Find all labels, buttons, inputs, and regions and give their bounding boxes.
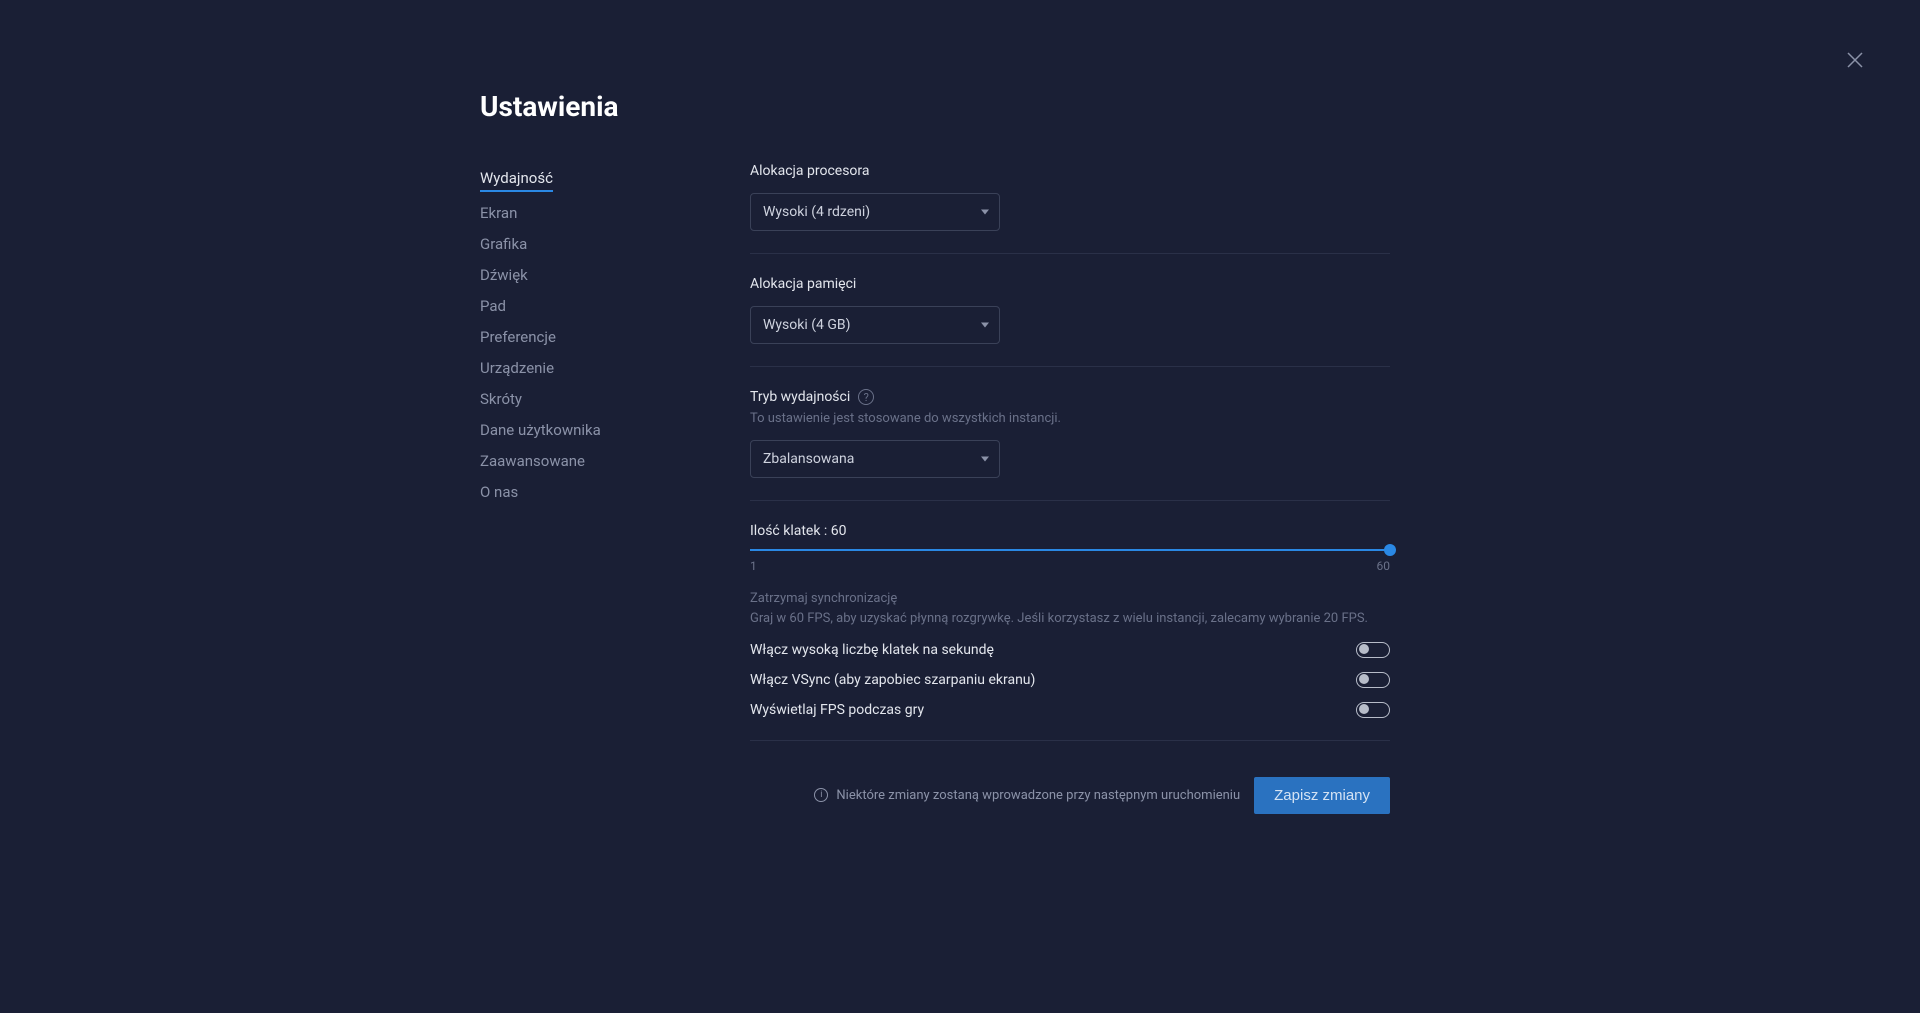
chevron-down-icon	[981, 210, 989, 215]
toggle-row-vsync: Włącz VSync (aby zapobiec szarpaniu ekra…	[750, 672, 1390, 688]
fps-max: 60	[1377, 559, 1391, 573]
fps-slider-thumb[interactable]	[1384, 544, 1396, 556]
perfmode-label-text: Tryb wydajności	[750, 389, 850, 405]
sidebar-item-advanced[interactable]: Zaawansowane	[480, 446, 660, 477]
vsync-label: Włącz VSync (aby zapobiec szarpaniu ekra…	[750, 672, 1035, 688]
memory-label: Alokacja pamięci	[750, 276, 1390, 292]
sidebar-item-shortcuts[interactable]: Skróty	[480, 384, 660, 415]
cpu-select[interactable]: Wysoki (4 rdzeni)	[750, 193, 1000, 231]
cpu-select-value: Wysoki (4 rdzeni)	[763, 204, 870, 220]
fps-scale: 1 60	[750, 559, 1390, 573]
perfmode-select[interactable]: Zbalansowana	[750, 440, 1000, 478]
sidebar-item-pad[interactable]: Pad	[480, 291, 660, 322]
sidebar-item-about[interactable]: O nas	[480, 477, 660, 508]
showfps-toggle[interactable]	[1356, 702, 1390, 718]
fps-label-prefix: Ilość klatek :	[750, 523, 831, 539]
toggle-row-hifps: Włącz wysoką liczbę klatek na sekundę	[750, 642, 1390, 658]
sidebar-item-graphics[interactable]: Grafika	[480, 229, 660, 260]
settings-sidebar: Wydajność Ekran Grafika Dźwięk Pad Prefe…	[480, 163, 660, 814]
fps-min: 1	[750, 559, 757, 573]
fps-label: Ilość klatek : 60	[750, 523, 1390, 539]
footer: i Niektóre zmiany zostaną wprowadzone pr…	[750, 777, 1390, 814]
hifps-toggle[interactable]	[1356, 642, 1390, 658]
toggle-row-showfps: Wyświetlaj FPS podczas gry	[750, 702, 1390, 718]
section-cpu: Alokacja procesora Wysoki (4 rdzeni)	[750, 163, 1390, 254]
footer-info: i Niektóre zmiany zostaną wprowadzone pr…	[814, 788, 1240, 803]
memory-select[interactable]: Wysoki (4 GB)	[750, 306, 1000, 344]
close-icon	[1845, 50, 1865, 70]
info-icon: i	[814, 788, 828, 802]
sidebar-item-sound[interactable]: Dźwięk	[480, 260, 660, 291]
section-fps: Ilość klatek : 60 1 60 Zatrzymaj synchro…	[750, 523, 1390, 741]
chevron-down-icon	[981, 457, 989, 462]
hifps-label: Włącz wysoką liczbę klatek na sekundę	[750, 642, 994, 658]
section-perfmode: Tryb wydajności ? To ustawienie jest sto…	[750, 389, 1390, 501]
page-title: Ustawienia	[480, 90, 1920, 123]
showfps-label: Wyświetlaj FPS podczas gry	[750, 702, 924, 718]
sidebar-item-display[interactable]: Ekran	[480, 198, 660, 229]
section-memory: Alokacja pamięci Wysoki (4 GB)	[750, 276, 1390, 367]
perfmode-desc: To ustawienie jest stosowane do wszystki…	[750, 411, 1390, 426]
memory-select-value: Wysoki (4 GB)	[763, 317, 851, 333]
fps-help: Graj w 60 FPS, aby uzyskać płynną rozgry…	[750, 610, 1370, 628]
fps-sub: Zatrzymaj synchronizację	[750, 591, 1390, 606]
cpu-label: Alokacja procesora	[750, 163, 1390, 179]
perfmode-label: Tryb wydajności ?	[750, 389, 1390, 405]
sidebar-item-device[interactable]: Urządzenie	[480, 353, 660, 384]
sidebar-item-preferences[interactable]: Preferencje	[480, 322, 660, 353]
help-icon[interactable]: ?	[858, 389, 874, 405]
sidebar-item-userdata[interactable]: Dane użytkownika	[480, 415, 660, 446]
sidebar-item-performance[interactable]: Wydajność	[480, 163, 553, 192]
fps-value: 60	[831, 523, 847, 539]
settings-content: Alokacja procesora Wysoki (4 rdzeni) Alo…	[750, 163, 1390, 814]
footer-info-text: Niektóre zmiany zostaną wprowadzone przy…	[836, 788, 1240, 803]
chevron-down-icon	[981, 323, 989, 328]
save-button[interactable]: Zapisz zmiany	[1254, 777, 1390, 814]
fps-slider[interactable]	[750, 549, 1390, 551]
perfmode-select-value: Zbalansowana	[763, 451, 854, 467]
close-button[interactable]	[1845, 50, 1865, 70]
vsync-toggle[interactable]	[1356, 672, 1390, 688]
